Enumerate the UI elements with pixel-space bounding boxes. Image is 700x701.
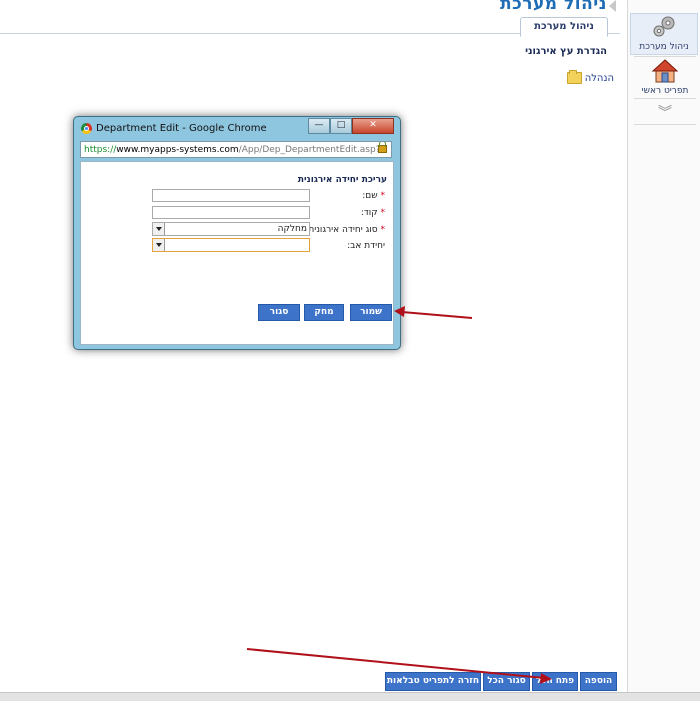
arrow-to-open-all-icon — [246, 648, 552, 684]
annotation-arrows — [246, 306, 552, 684]
arrow-to-save-icon — [394, 306, 473, 319]
